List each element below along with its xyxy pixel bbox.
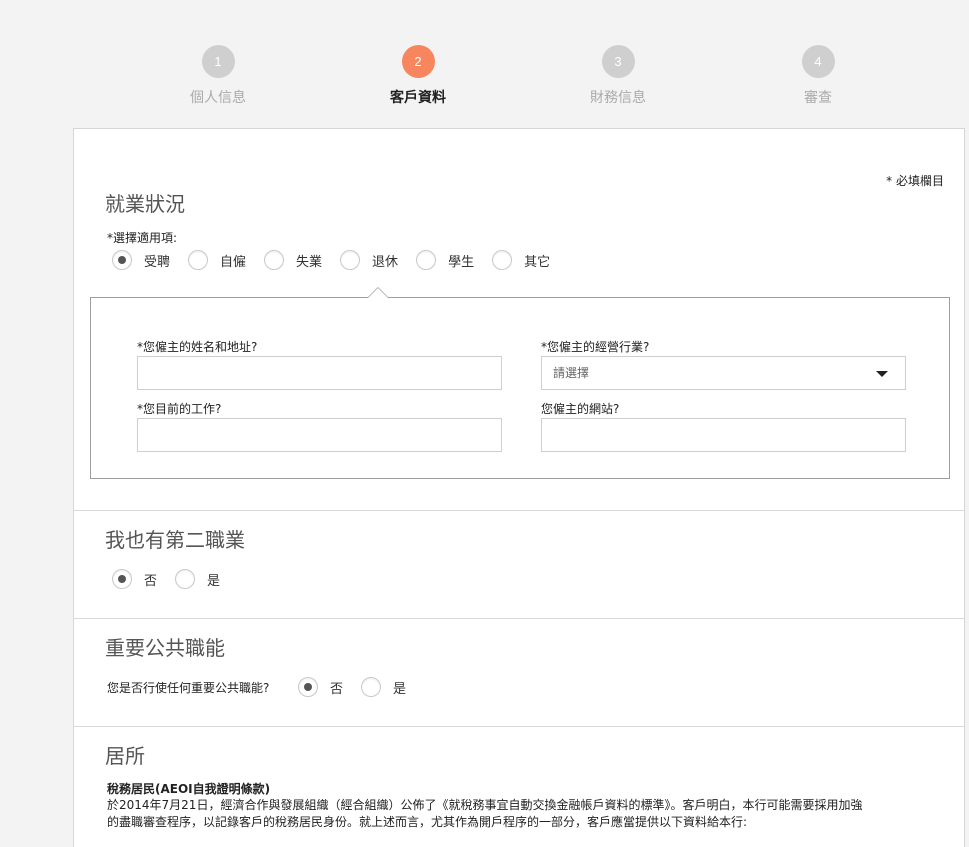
- step-review[interactable]: 4 審查: [758, 45, 878, 107]
- radio-student[interactable]: 學生: [416, 250, 474, 270]
- step-number-3: 3: [601, 45, 635, 78]
- section-divider: [74, 618, 964, 619]
- step-number-1: 1: [201, 45, 235, 78]
- pep-radio-group: 否 是: [298, 677, 422, 697]
- employer-details-panel: *您僱主的姓名和地址? *您僱主的經營行業? 請選擇 *您目前的工作? 您僱主的…: [90, 287, 950, 479]
- radio-pep-yes-label: 是: [393, 681, 407, 697]
- step-client-info[interactable]: 2 客戶資料: [358, 45, 478, 107]
- radio-other[interactable]: 其它: [492, 250, 550, 270]
- radio-pep-no[interactable]: 否: [298, 677, 343, 697]
- step-label-4: 審查: [804, 90, 832, 106]
- radio-student-dot[interactable]: [416, 250, 437, 270]
- step-personal-info[interactable]: 1 個人信息: [158, 45, 278, 107]
- radio-unemployed-dot[interactable]: [264, 250, 285, 270]
- employer-industry-select[interactable]: 請選擇: [541, 356, 906, 390]
- employer-website-input[interactable]: [541, 418, 906, 452]
- step-label-1: 個人信息: [190, 90, 246, 106]
- current-job-label: *您目前的工作?: [137, 402, 222, 416]
- radio-pep-no-dot[interactable]: [298, 677, 318, 697]
- radio-pep-yes-dot[interactable]: [361, 677, 382, 697]
- radio-employed[interactable]: 受聘: [112, 250, 170, 270]
- radio-second-job-no[interactable]: 否: [112, 569, 157, 589]
- radio-student-label: 學生: [448, 254, 475, 270]
- radio-pep-yes[interactable]: 是: [361, 677, 406, 697]
- radio-retired-label: 退休: [372, 254, 399, 270]
- employer-industry-value: 請選擇: [553, 366, 590, 380]
- employment-radio-group: 受聘 自僱 失業 退休 學生 其它: [112, 250, 566, 270]
- radio-self-employed-dot[interactable]: [188, 250, 209, 270]
- radio-unemployed-label: 失業: [296, 254, 323, 270]
- radio-second-job-no-label: 否: [144, 573, 158, 589]
- radio-second-job-yes-dot[interactable]: [175, 569, 196, 589]
- radio-pep-no-label: 否: [330, 681, 344, 697]
- chevron-down-icon: [876, 371, 888, 377]
- radio-self-employed-label: 自僱: [220, 254, 247, 270]
- radio-self-employed[interactable]: 自僱: [188, 250, 246, 270]
- radio-unemployed[interactable]: 失業: [264, 250, 322, 270]
- radio-second-job-yes-label: 是: [207, 573, 221, 589]
- second-job-title: 我也有第二職業: [105, 528, 245, 552]
- tax-residence-text: 於2014年7月21日，經濟合作與發展組織（經合組織）公佈了《就稅務事宜自動交換…: [107, 798, 863, 829]
- employer-name-label: *您僱主的姓名和地址?: [137, 340, 258, 354]
- pep-title: 重要公共職能: [105, 636, 225, 660]
- progress-stepper: 1 個人信息 2 客戶資料 3 財務信息 4 審查: [0, 0, 969, 128]
- current-job-input[interactable]: [137, 418, 502, 452]
- pep-question: 您是否行使任何重要公共職能?: [107, 681, 270, 695]
- radio-employed-label: 受聘: [144, 254, 171, 270]
- step-number-2: 2: [401, 45, 435, 78]
- step-number-4: 4: [801, 45, 835, 78]
- section-divider: [74, 510, 964, 511]
- step-label-2: 客戶資料: [390, 90, 446, 106]
- second-job-radio-group: 否 是: [112, 569, 236, 589]
- radio-other-label: 其它: [524, 254, 551, 270]
- radio-retired[interactable]: 退休: [340, 250, 398, 270]
- employer-industry-label: *您僱主的經營行業?: [541, 340, 650, 354]
- residence-title: 居所: [105, 744, 145, 768]
- form-card: * 必填欄目 就業狀況 *選擇適用項: 受聘 自僱 失業 退休 學生 其它 *您…: [73, 128, 965, 847]
- panel-pointer-fill: [368, 288, 388, 298]
- radio-employed-dot[interactable]: [112, 250, 132, 270]
- radio-other-dot[interactable]: [492, 250, 513, 270]
- required-fields-note: * 必填欄目: [886, 174, 944, 188]
- radio-second-job-yes[interactable]: 是: [175, 569, 220, 589]
- employer-name-input[interactable]: [137, 356, 502, 390]
- radio-second-job-no-dot[interactable]: [112, 569, 132, 589]
- step-label-3: 財務信息: [590, 90, 646, 106]
- employer-website-label: 您僱主的網站?: [541, 402, 620, 416]
- section-divider: [74, 726, 964, 727]
- radio-retired-dot[interactable]: [340, 250, 361, 270]
- employment-select-label: *選擇適用項:: [107, 231, 178, 245]
- step-financial-info[interactable]: 3 財務信息: [558, 45, 678, 107]
- employment-title: 就業狀況: [105, 192, 185, 216]
- tax-residence-heading: 稅務居民(AEOI自我證明條款): [107, 782, 271, 796]
